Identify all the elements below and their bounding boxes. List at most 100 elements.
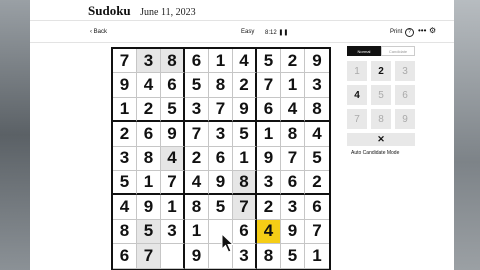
sudoku-cell[interactable]: 1 <box>209 49 233 74</box>
sudoku-cell[interactable]: 5 <box>209 195 233 220</box>
sudoku-cell[interactable]: 4 <box>137 73 161 98</box>
sudoku-cell[interactable]: 3 <box>257 170 281 196</box>
sudoku-cell[interactable]: 3 <box>161 219 185 245</box>
sudoku-cell[interactable]: 9 <box>209 170 233 196</box>
sudoku-cell[interactable]: 4 <box>233 49 257 74</box>
sudoku-cell[interactable]: 6 <box>305 195 329 220</box>
sudoku-cell[interactable]: 5 <box>137 219 161 245</box>
sudoku-cell[interactable]: 6 <box>113 244 137 269</box>
sudoku-cell[interactable]: 3 <box>137 49 161 74</box>
number-keypad: 123 456 789 <box>347 61 416 129</box>
help-icon[interactable]: ? <box>405 28 414 37</box>
timer-pause-button[interactable]: 8:12 ❚❚ <box>265 29 288 36</box>
sudoku-cell[interactable]: 4 <box>305 122 329 147</box>
sudoku-cell[interactable]: 2 <box>137 97 161 123</box>
sudoku-cell[interactable]: 3 <box>185 97 209 123</box>
sudoku-cell[interactable]: 9 <box>305 49 329 74</box>
sudoku-cell[interactable]: 9 <box>185 244 209 269</box>
sudoku-cell[interactable]: 9 <box>137 195 161 220</box>
sudoku-cell[interactable]: 8 <box>257 244 281 269</box>
keypad-key-6[interactable]: 6 <box>395 85 415 105</box>
sudoku-cell[interactable]: 7 <box>113 49 137 74</box>
sudoku-cell[interactable]: 1 <box>161 195 185 220</box>
keypad-key-1[interactable]: 1 <box>347 61 367 81</box>
auto-candidate-mode-link[interactable]: Auto Candidate Mode <box>347 150 416 156</box>
sudoku-cell[interactable]: 7 <box>257 73 281 98</box>
sudoku-cell[interactable]: 1 <box>281 73 305 98</box>
sudoku-cell[interactable]: 3 <box>209 122 233 147</box>
sudoku-cell[interactable]: 5 <box>161 97 185 123</box>
sudoku-cell[interactable]: 8 <box>281 122 305 147</box>
sudoku-cell[interactable]: 8 <box>305 97 329 123</box>
sudoku-cell[interactable]: 6 <box>257 97 281 123</box>
keypad-key-3[interactable]: 3 <box>395 61 415 81</box>
sudoku-cell[interactable]: 5 <box>233 122 257 147</box>
candidate-mode-button[interactable]: Candidate <box>381 46 415 56</box>
sudoku-cell[interactable]: 5 <box>281 244 305 269</box>
keypad-key-5[interactable]: 5 <box>371 85 391 105</box>
sudoku-cell[interactable]: 3 <box>233 244 257 269</box>
more-options-icon[interactable]: ••• <box>418 26 426 35</box>
print-button[interactable]: Print <box>390 29 402 35</box>
sudoku-cell[interactable]: 2 <box>305 170 329 196</box>
sudoku-cell[interactable]: 1 <box>257 122 281 147</box>
sudoku-cell[interactable]: 1 <box>113 97 137 123</box>
sudoku-cell[interactable]: 8 <box>137 146 161 171</box>
sudoku-cell[interactable]: 4 <box>281 97 305 123</box>
sudoku-cell[interactable]: 8 <box>209 73 233 98</box>
sudoku-cell[interactable]: 2 <box>281 49 305 74</box>
keypad-key-9[interactable]: 9 <box>395 109 415 129</box>
sudoku-cell[interactable]: 8 <box>185 195 209 220</box>
back-button[interactable]: ‹ Back <box>90 29 107 35</box>
sudoku-cell[interactable]: 6 <box>161 73 185 98</box>
sudoku-cell[interactable]: 5 <box>113 170 137 196</box>
sudoku-cell[interactable]: 7 <box>281 146 305 171</box>
sudoku-cell[interactable]: 9 <box>113 73 137 98</box>
sudoku-cell[interactable]: 7 <box>233 195 257 220</box>
sudoku-cell[interactable] <box>161 244 185 269</box>
sudoku-cell[interactable]: 6 <box>233 219 257 245</box>
sudoku-cell[interactable]: 7 <box>137 244 161 269</box>
mode-toggle: Normal Candidate <box>347 46 416 56</box>
sudoku-cell[interactable]: 9 <box>257 146 281 171</box>
sudoku-cell[interactable]: 7 <box>209 97 233 123</box>
sudoku-cell-selected[interactable]: 4 <box>257 219 281 245</box>
sudoku-cell[interactable]: 3 <box>305 73 329 98</box>
keypad-key-7[interactable]: 7 <box>347 109 367 129</box>
sudoku-cell[interactable]: 7 <box>305 219 329 245</box>
sudoku-cell[interactable]: 8 <box>161 49 185 74</box>
settings-gear-icon[interactable]: ⚙ <box>429 26 436 35</box>
sudoku-cell[interactable]: 1 <box>137 170 161 196</box>
erase-button[interactable]: ✕ <box>347 133 415 146</box>
sudoku-cell[interactable]: 1 <box>233 146 257 171</box>
keypad-key-4[interactable]: 4 <box>347 85 367 105</box>
sudoku-cell[interactable]: 2 <box>185 146 209 171</box>
sudoku-cell[interactable]: 1 <box>305 244 329 269</box>
sudoku-cell[interactable]: 9 <box>281 219 305 245</box>
sudoku-cell[interactable]: 1 <box>185 219 209 245</box>
sudoku-cell[interactable]: 6 <box>137 122 161 147</box>
sudoku-cell[interactable]: 2 <box>113 122 137 147</box>
sudoku-cell[interactable]: 2 <box>233 73 257 98</box>
sudoku-cell[interactable]: 4 <box>161 146 185 171</box>
sudoku-cell[interactable]: 9 <box>233 97 257 123</box>
sudoku-cell[interactable]: 6 <box>209 146 233 171</box>
sudoku-cell[interactable]: 7 <box>185 122 209 147</box>
sudoku-cell[interactable]: 8 <box>113 219 137 245</box>
sudoku-cell[interactable]: 5 <box>185 73 209 98</box>
sudoku-cell[interactable]: 5 <box>257 49 281 74</box>
sudoku-cell[interactable]: 8 <box>233 170 257 196</box>
sudoku-cell[interactable]: 6 <box>185 49 209 74</box>
keypad-key-2[interactable]: 2 <box>371 61 391 81</box>
sudoku-cell[interactable]: 2 <box>257 195 281 220</box>
sudoku-cell[interactable]: 3 <box>113 146 137 171</box>
sudoku-cell[interactable]: 6 <box>281 170 305 196</box>
keypad-key-8[interactable]: 8 <box>371 109 391 129</box>
sudoku-cell[interactable]: 7 <box>161 170 185 196</box>
sudoku-cell[interactable]: 5 <box>305 146 329 171</box>
sudoku-cell[interactable]: 3 <box>281 195 305 220</box>
sudoku-cell[interactable]: 4 <box>113 195 137 220</box>
sudoku-cell[interactable]: 4 <box>185 170 209 196</box>
sudoku-cell[interactable]: 9 <box>161 122 185 147</box>
normal-mode-button[interactable]: Normal <box>347 46 381 56</box>
